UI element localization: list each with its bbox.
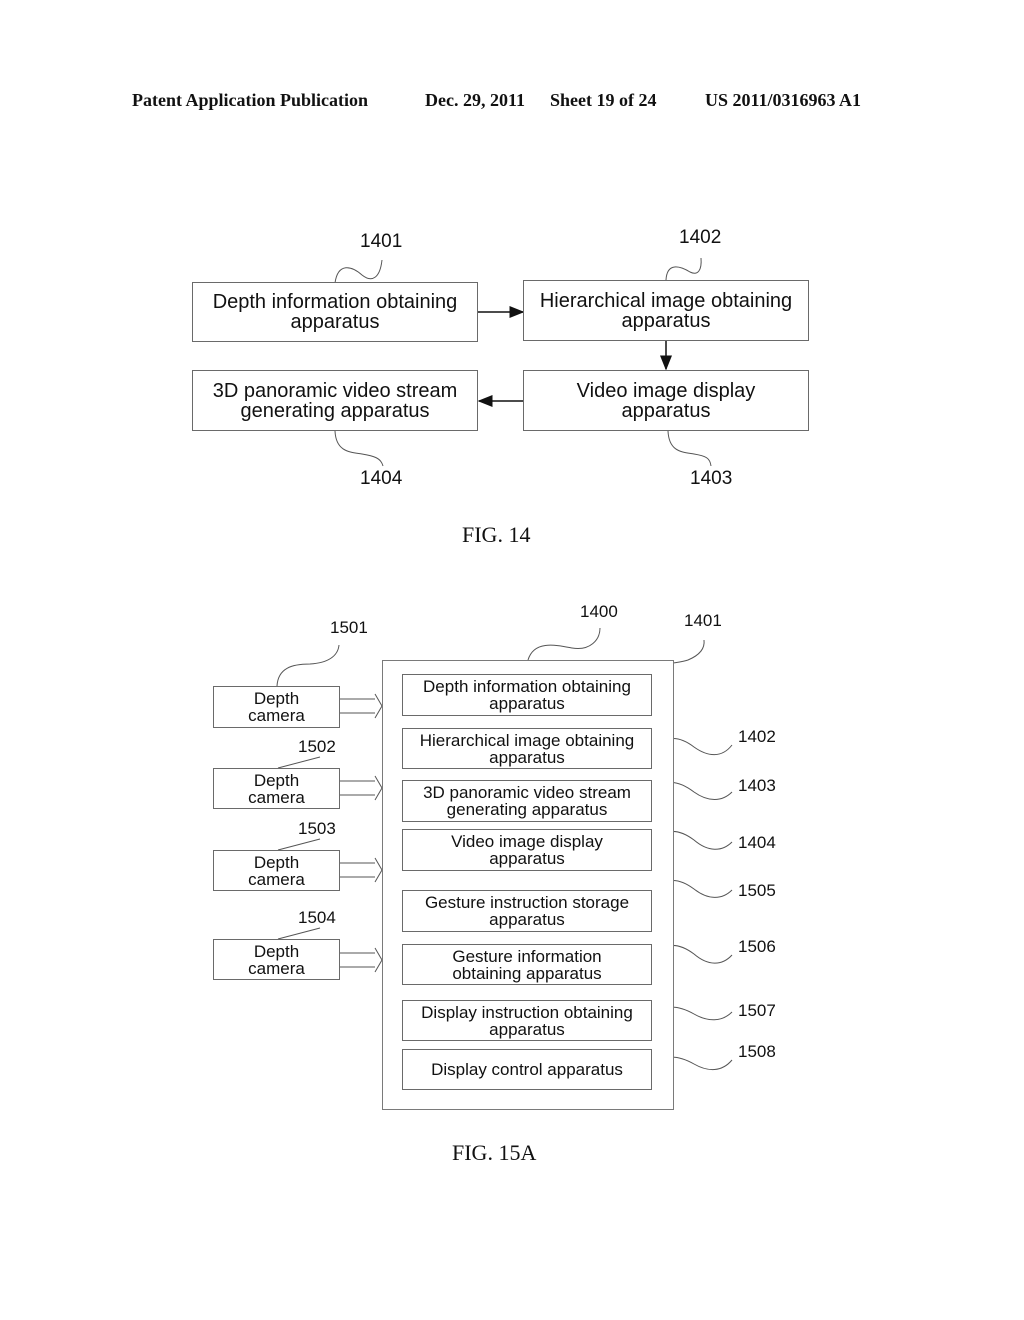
module-gesture-instruction-storage: Gesture instruction storage apparatus: [402, 890, 652, 932]
ref-label-1507: 1507: [738, 1001, 776, 1020]
ref-label-1404: 1404: [360, 468, 403, 489]
ref-label-1400: 1400: [580, 602, 618, 621]
module-label-line1: Gesture instruction storage: [424, 893, 630, 912]
module-label-line2: apparatus: [489, 694, 565, 713]
block-label-line2: apparatus: [621, 399, 711, 422]
camera-label-line1: Depth: [253, 941, 300, 961]
ref-label-1403-b: 1403: [738, 776, 776, 795]
ref-label-1502: 1502: [298, 737, 336, 756]
ref-label-1401: 1401: [360, 231, 403, 252]
block-label-line2: apparatus: [621, 309, 711, 332]
module-hierarchical-image-obtaining: Hierarchical image obtaining apparatus: [402, 728, 652, 769]
camera-label-line2: camera: [248, 706, 305, 725]
camera-label-line2: camera: [248, 869, 305, 889]
ref-label-1506: 1506: [738, 937, 776, 956]
ref-label-1503: 1503: [298, 819, 336, 838]
depth-camera-1501: Depth camera: [213, 686, 340, 728]
depth-camera-1502: Depth camera: [213, 768, 340, 809]
module-label-line1: Display instruction obtaining: [421, 1002, 633, 1022]
block-label-line1: 3D panoramic video stream: [212, 379, 458, 402]
depth-camera-1503: Depth camera: [213, 850, 340, 891]
figure-caption-15a: FIG. 15A: [452, 1140, 537, 1165]
ref-label-1401-b: 1401: [684, 611, 722, 630]
camera-label-line1: Depth: [253, 852, 300, 872]
ref-label-1508: 1508: [738, 1042, 776, 1061]
publication-date: Dec. 29, 2011: [425, 90, 525, 110]
module-label-line1: Gesture information: [452, 946, 602, 966]
module-label-line2: obtaining apparatus: [452, 963, 602, 983]
module-label-line1: Display control apparatus: [431, 1060, 623, 1079]
arrow-camera-1504: [340, 947, 383, 973]
page-header: Patent Application Publication Dec. 29, …: [0, 90, 1024, 114]
arrow-camera-1503: [340, 857, 383, 883]
block-label-line1: Hierarchical image obtaining: [539, 289, 793, 312]
leader-1503: [277, 838, 321, 851]
arrow-camera-1501: [340, 693, 383, 719]
module-label-line2: generating apparatus: [446, 800, 608, 819]
block-3d-panoramic-video-stream-generating: 3D panoramic video stream generating appa…: [192, 370, 478, 431]
module-label-line2: apparatus: [489, 1019, 565, 1039]
block-hierarchical-image-obtaining: Hierarchical image obtaining apparatus: [523, 280, 809, 341]
ref-label-1404-b: 1404: [738, 833, 776, 852]
camera-label-line2: camera: [248, 958, 305, 978]
ref-label-1501: 1501: [330, 618, 368, 637]
leader-1401: [334, 259, 383, 284]
leader-1403: [667, 430, 712, 467]
ref-label-1403: 1403: [690, 468, 733, 489]
sheet-number: Sheet 19 of 24: [550, 90, 657, 110]
block-label-line1: Depth information obtaining: [212, 291, 458, 313]
module-label-line1: 3D panoramic video stream: [423, 783, 631, 802]
ref-label-1504: 1504: [298, 908, 336, 927]
module-video-image-display: Video image display apparatus: [402, 829, 652, 871]
module-label-line2: apparatus: [489, 849, 565, 868]
block-label-line1: Video image display: [576, 379, 756, 402]
ref-label-1505: 1505: [738, 881, 776, 900]
leader-1502: [277, 756, 321, 769]
ref-label-1402-b: 1402: [738, 727, 776, 746]
arrow-camera-1502: [340, 775, 383, 801]
module-label-line1: Depth information obtaining: [423, 677, 631, 696]
depth-camera-1504: Depth camera: [213, 939, 340, 980]
ref-label-1402: 1402: [679, 227, 722, 248]
leader-1504: [277, 927, 321, 940]
figure-caption-14: FIG. 14: [462, 522, 531, 547]
block-video-image-display: Video image display apparatus: [523, 370, 809, 431]
module-label-line2: apparatus: [489, 910, 565, 929]
camera-arrows: [340, 693, 383, 973]
block-depth-information-obtaining: Depth information obtaining apparatus: [192, 282, 478, 342]
module-label-line1: Video image display: [451, 832, 603, 851]
module-gesture-information-obtaining: Gesture information obtaining apparatus: [402, 944, 652, 985]
leader-1501: [276, 644, 340, 687]
camera-label-line2: camera: [248, 787, 305, 807]
publication-number: US 2011/0316963 A1: [705, 90, 862, 110]
block-label-line2: generating apparatus: [240, 399, 430, 422]
leader-1402: [665, 257, 702, 281]
leader-1400: [527, 627, 601, 661]
module-3d-panoramic-video-stream-generating: 3D panoramic video stream generating appa…: [402, 780, 652, 822]
camera-label-line1: Depth: [253, 689, 300, 708]
block-label-line2: apparatus: [290, 311, 380, 333]
camera-label-line1: Depth: [253, 770, 300, 790]
module-label-line1: Hierarchical image obtaining: [419, 730, 635, 750]
module-depth-information-obtaining: Depth information obtaining apparatus: [402, 674, 652, 716]
module-display-instruction-obtaining: Display instruction obtaining apparatus: [402, 1000, 652, 1041]
module-label-line2: apparatus: [489, 747, 565, 767]
leader-1404: [334, 430, 384, 467]
publication-type: Patent Application Publication: [132, 90, 369, 110]
module-display-control: Display control apparatus: [402, 1049, 652, 1090]
